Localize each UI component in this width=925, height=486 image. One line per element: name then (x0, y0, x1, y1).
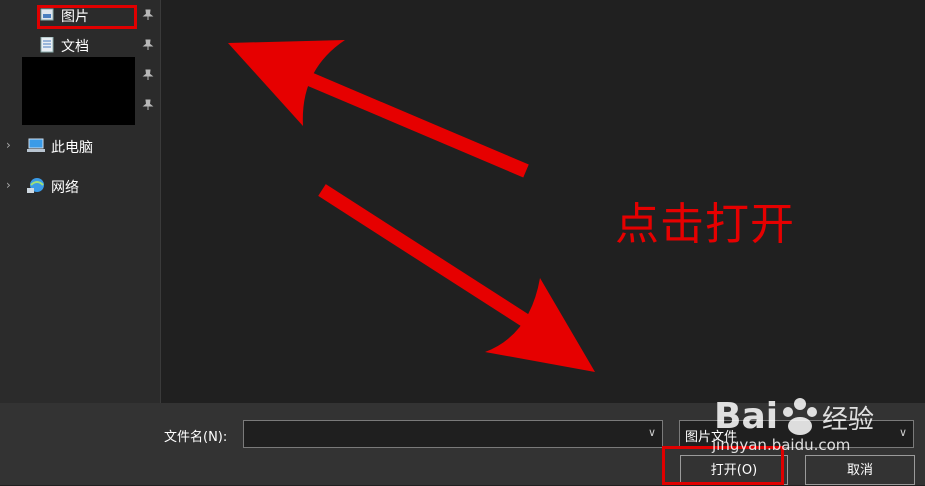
filename-label: 文件名(N): (164, 430, 228, 445)
cancel-button[interactable]: 取消 (805, 455, 915, 485)
arrow-down-right (318, 184, 544, 336)
arrow-down-right-head (485, 278, 595, 372)
baidu-watermark: Bai 经验 jingyan.baidu.com (708, 382, 878, 458)
watermark-url: jingyan.baidu.com (712, 436, 851, 454)
svg-text:经验: 经验 (822, 405, 874, 435)
filename-input[interactable]: ∨ (243, 420, 663, 448)
arrow-up-left (297, 68, 529, 178)
annotation-text: 点击打开 (615, 199, 795, 250)
chevron-down-icon[interactable]: ∨ (899, 426, 907, 439)
svg-text:Bai: Bai (714, 396, 778, 437)
chevron-down-icon[interactable]: ∨ (648, 426, 656, 439)
